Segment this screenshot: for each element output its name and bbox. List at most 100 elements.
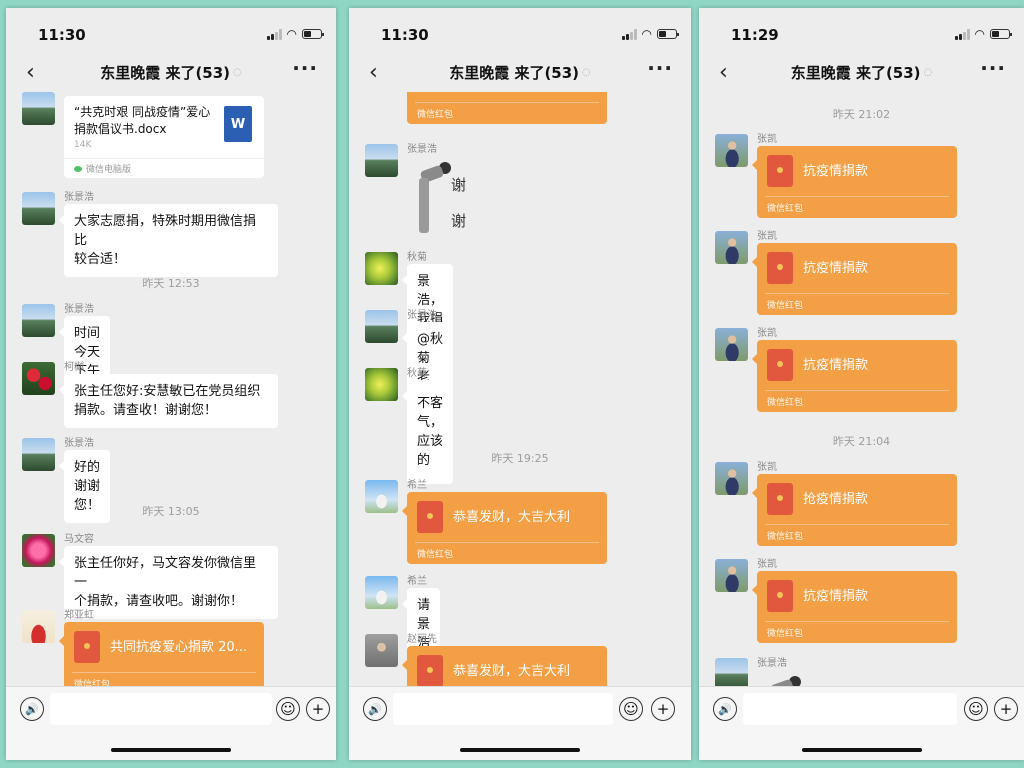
avatar[interactable] <box>22 304 55 337</box>
red-packet[interactable]: 微信红包 <box>407 92 607 124</box>
red-packet[interactable]: 抗疫情捐款 微信红包 <box>752 571 957 643</box>
message-line: 较合适！ <box>74 252 127 267</box>
more-icon[interactable]: ··· <box>980 56 1006 80</box>
message-line: 个捐款，请查收吧。谢谢你！ <box>74 594 244 609</box>
message-bubble[interactable]: 张主任你好，马文容发你微信里一 个捐款，请查收吧。谢谢你！ <box>59 546 278 619</box>
message-list[interactable]: 昨天 21:02 张凯 抗疫情捐款 微信红包 张凯 抗疫情捐款 微信红包 张凯 … <box>699 92 1024 686</box>
sender-name: 张凯 <box>757 328 777 339</box>
avatar[interactable] <box>365 252 398 285</box>
voice-icon[interactable]: 🔊 <box>20 697 44 721</box>
bow-sticker[interactable] <box>757 670 827 686</box>
sender-name: 张景浩 <box>64 438 94 449</box>
voice-icon[interactable]: 🔊 <box>713 697 737 721</box>
avatar[interactable] <box>365 634 398 667</box>
red-packet-icon <box>767 580 793 612</box>
avatar[interactable] <box>22 438 55 471</box>
file-card[interactable]: “共克时艰 同战疫情”爱心捐款倡议书.docx 14K W 微信电脑版 <box>64 96 264 178</box>
red-packet[interactable]: 抗疫情捐款 微信红包 <box>752 243 957 315</box>
nav-bar: ‹ 东里晚霞 来了(53) ◌ ··· <box>699 52 1024 92</box>
sticker-body <box>769 678 795 686</box>
avatar[interactable] <box>22 92 55 125</box>
bow-sticker[interactable]: 谢 谢 <box>407 156 477 236</box>
avatar[interactable] <box>22 192 55 225</box>
message-list[interactable]: 微信红包 张景浩 谢 谢 秋菊 景浩，我捐 200 元，请查收 <box>349 92 691 686</box>
message-bubble[interactable]: 不客气，应该的 <box>402 380 453 484</box>
message-line: 捐款。请查收！谢谢您！ <box>74 403 218 418</box>
file-name: “共克时艰 同战疫情”爱心捐款倡议书.docx <box>74 105 211 136</box>
red-packet-icon <box>767 349 793 381</box>
sender-name: 秋菊 <box>407 368 427 379</box>
emoji-icon[interactable]: ☺ <box>964 697 988 721</box>
avatar[interactable] <box>365 368 398 401</box>
avatar[interactable] <box>715 462 748 495</box>
file-size: 14K <box>74 140 92 150</box>
sender-name: 张景浩 <box>64 192 94 203</box>
avatar[interactable] <box>22 610 55 643</box>
back-icon[interactable]: ‹ <box>719 60 728 85</box>
status-icons: ◠ <box>621 28 679 40</box>
message-line: 张主任您好:安慧敏已在党员组织 <box>74 384 261 399</box>
file-source: 微信电脑版 <box>74 162 131 175</box>
back-icon[interactable]: ‹ <box>26 60 35 85</box>
wifi-icon: ◠ <box>286 27 297 41</box>
avatar[interactable] <box>715 328 748 361</box>
sender-name: 张景浩 <box>757 658 787 669</box>
plus-icon[interactable]: + <box>306 697 330 721</box>
chat-screen-2: 11:30 ◠ ‹ 东里晚霞 来了(53) ◌ ··· 微信红包 张景浩 谢 谢… <box>349 8 691 760</box>
message-input[interactable] <box>50 693 272 725</box>
red-packet-title: 抗疫情捐款 <box>803 589 869 604</box>
plus-icon[interactable]: + <box>651 697 675 721</box>
message-line: 大家志愿捐，特殊时期用微信捐比 <box>74 214 257 248</box>
red-packet-icon <box>417 501 443 533</box>
avatar[interactable] <box>715 231 748 264</box>
signal-icon <box>266 28 282 40</box>
back-icon[interactable]: ‹ <box>369 60 378 85</box>
red-packet[interactable]: 抗疫情捐款 微信红包 <box>752 340 957 412</box>
home-indicator <box>801 748 922 752</box>
emoji-icon[interactable]: ☺ <box>619 697 643 721</box>
red-packet-icon <box>767 483 793 515</box>
avatar[interactable] <box>365 480 398 513</box>
avatar[interactable] <box>715 134 748 167</box>
message-bubble[interactable]: 张主任您好:安慧敏已在党员组织 捐款。请查收！谢谢您！ <box>59 374 278 428</box>
red-packet[interactable]: 恭喜发财，大吉大利 <box>402 646 607 686</box>
red-packet-title: 恭喜发财，大吉大利 <box>453 510 571 525</box>
status-bar: 11:29 ◠ <box>699 8 1024 52</box>
avatar[interactable] <box>22 362 55 395</box>
voice-icon[interactable]: 🔊 <box>363 697 387 721</box>
emoji-icon[interactable]: ☺ <box>276 697 300 721</box>
message-input[interactable] <box>393 693 613 725</box>
divider <box>415 542 599 543</box>
red-packet[interactable]: 共同抗疫爱心捐款 20... 微信红包 <box>59 622 264 686</box>
red-packet[interactable]: 恭喜发财，大吉大利 微信红包 <box>402 492 607 564</box>
chat-screen-1: 11:30 ◠ ‹ 东里晚霞 来了(53) ◌ ··· “共克时艰 同战疫情”爱… <box>6 8 336 760</box>
red-packet-title: 抗疫情捐款 <box>803 358 869 373</box>
red-packet-label: 微信红包 <box>74 680 111 686</box>
avatar[interactable] <box>22 534 55 567</box>
message-list[interactable]: “共克时艰 同战疫情”爱心捐款倡议书.docx 14K W 微信电脑版 张景浩 … <box>6 92 336 686</box>
message-bubble[interactable]: 大家志愿捐，特殊时期用微信捐比 较合适！ <box>59 204 278 277</box>
more-icon[interactable]: ··· <box>292 56 318 80</box>
divider <box>765 524 949 525</box>
avatar[interactable] <box>365 310 398 343</box>
input-bar: 🔊 ☺ + <box>699 686 1024 760</box>
divider <box>415 102 599 103</box>
wechat-icon <box>74 165 82 172</box>
plus-icon[interactable]: + <box>994 697 1018 721</box>
sticker-text: 谢 <box>451 212 467 230</box>
avatar[interactable] <box>365 144 398 177</box>
timestamp: 昨天 13:05 <box>142 505 200 518</box>
avatar[interactable] <box>715 559 748 592</box>
red-packet[interactable]: 抗疫情捐款 微信红包 <box>752 146 957 218</box>
timestamp: 昨天 12:53 <box>142 277 200 290</box>
sender-name: 张景浩 <box>407 310 437 321</box>
timestamp: 昨天 21:02 <box>832 108 891 121</box>
red-packet[interactable]: 抢疫情捐款 微信红包 <box>752 474 957 546</box>
avatar[interactable] <box>365 576 398 609</box>
avatar[interactable] <box>715 658 748 686</box>
more-icon[interactable]: ··· <box>647 56 673 80</box>
message-line: 张主任你好，马文容发你微信里一 <box>74 556 257 590</box>
red-packet-title: 抗疫情捐款 <box>803 164 869 179</box>
sender-name: 张凯 <box>757 462 777 473</box>
message-input[interactable] <box>743 693 957 725</box>
